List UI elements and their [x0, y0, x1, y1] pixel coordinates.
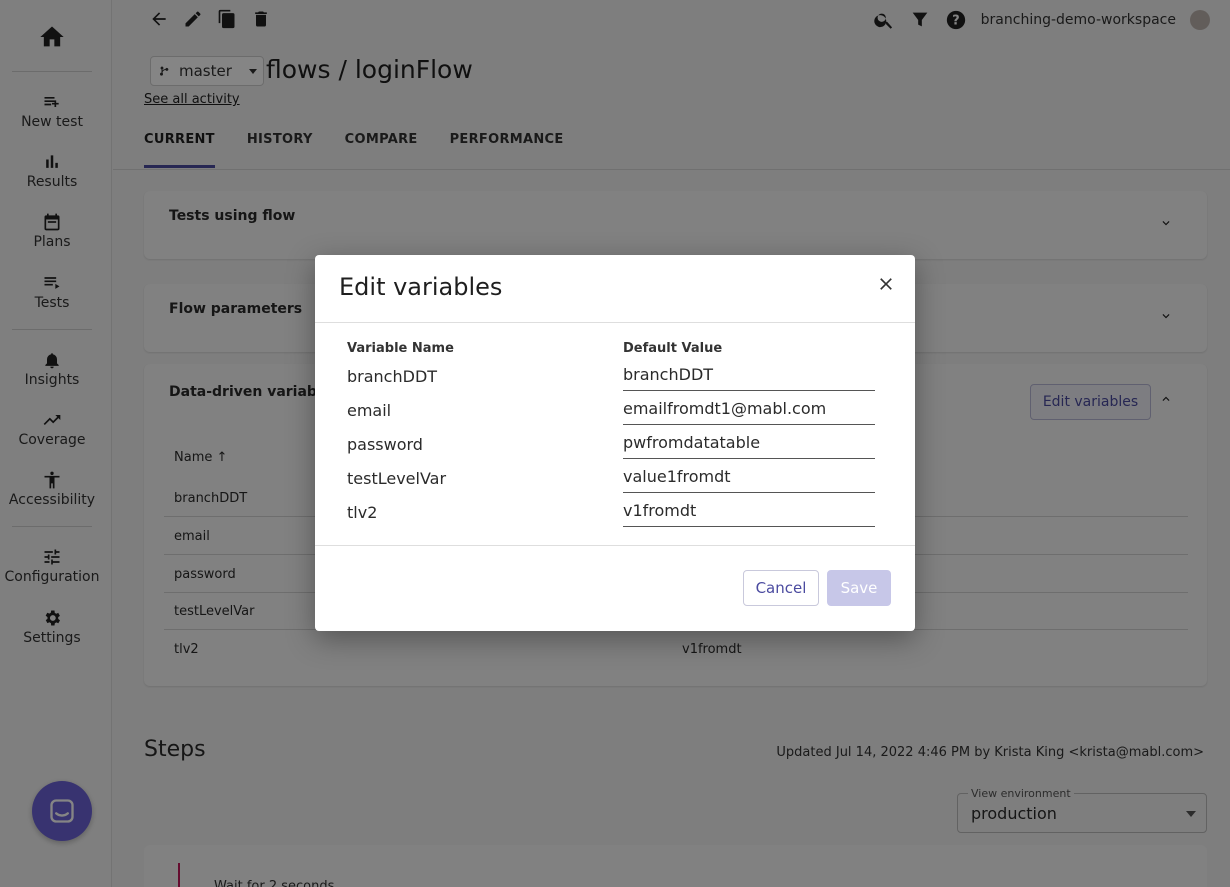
variable-name: password [347, 435, 423, 454]
variable-name: branchDDT [347, 367, 438, 386]
variable-name-header: Variable Name [347, 341, 454, 356]
default-value-field[interactable]: branchDDT [623, 365, 875, 391]
close-icon[interactable] [876, 274, 896, 294]
variable-name: testLevelVar [347, 469, 447, 488]
edit-variables-dialog: Edit variables Variable Name Default Val… [315, 255, 915, 631]
save-button[interactable]: Save [827, 570, 891, 606]
default-value-field[interactable]: pwfromdatatable [623, 433, 875, 459]
variable-name: tlv2 [347, 503, 378, 522]
default-value-header: Default Value [623, 341, 723, 356]
dialog-divider [315, 322, 915, 323]
dialog-title: Edit variables [339, 273, 503, 301]
cancel-button[interactable]: Cancel [743, 570, 819, 606]
default-value-field[interactable]: emailfromdt1@mabl.com [623, 399, 875, 425]
default-value-field[interactable]: v1fromdt [623, 501, 875, 527]
dialog-divider [315, 545, 915, 546]
default-value-field[interactable]: value1fromdt [623, 467, 875, 493]
variable-name: email [347, 401, 392, 420]
